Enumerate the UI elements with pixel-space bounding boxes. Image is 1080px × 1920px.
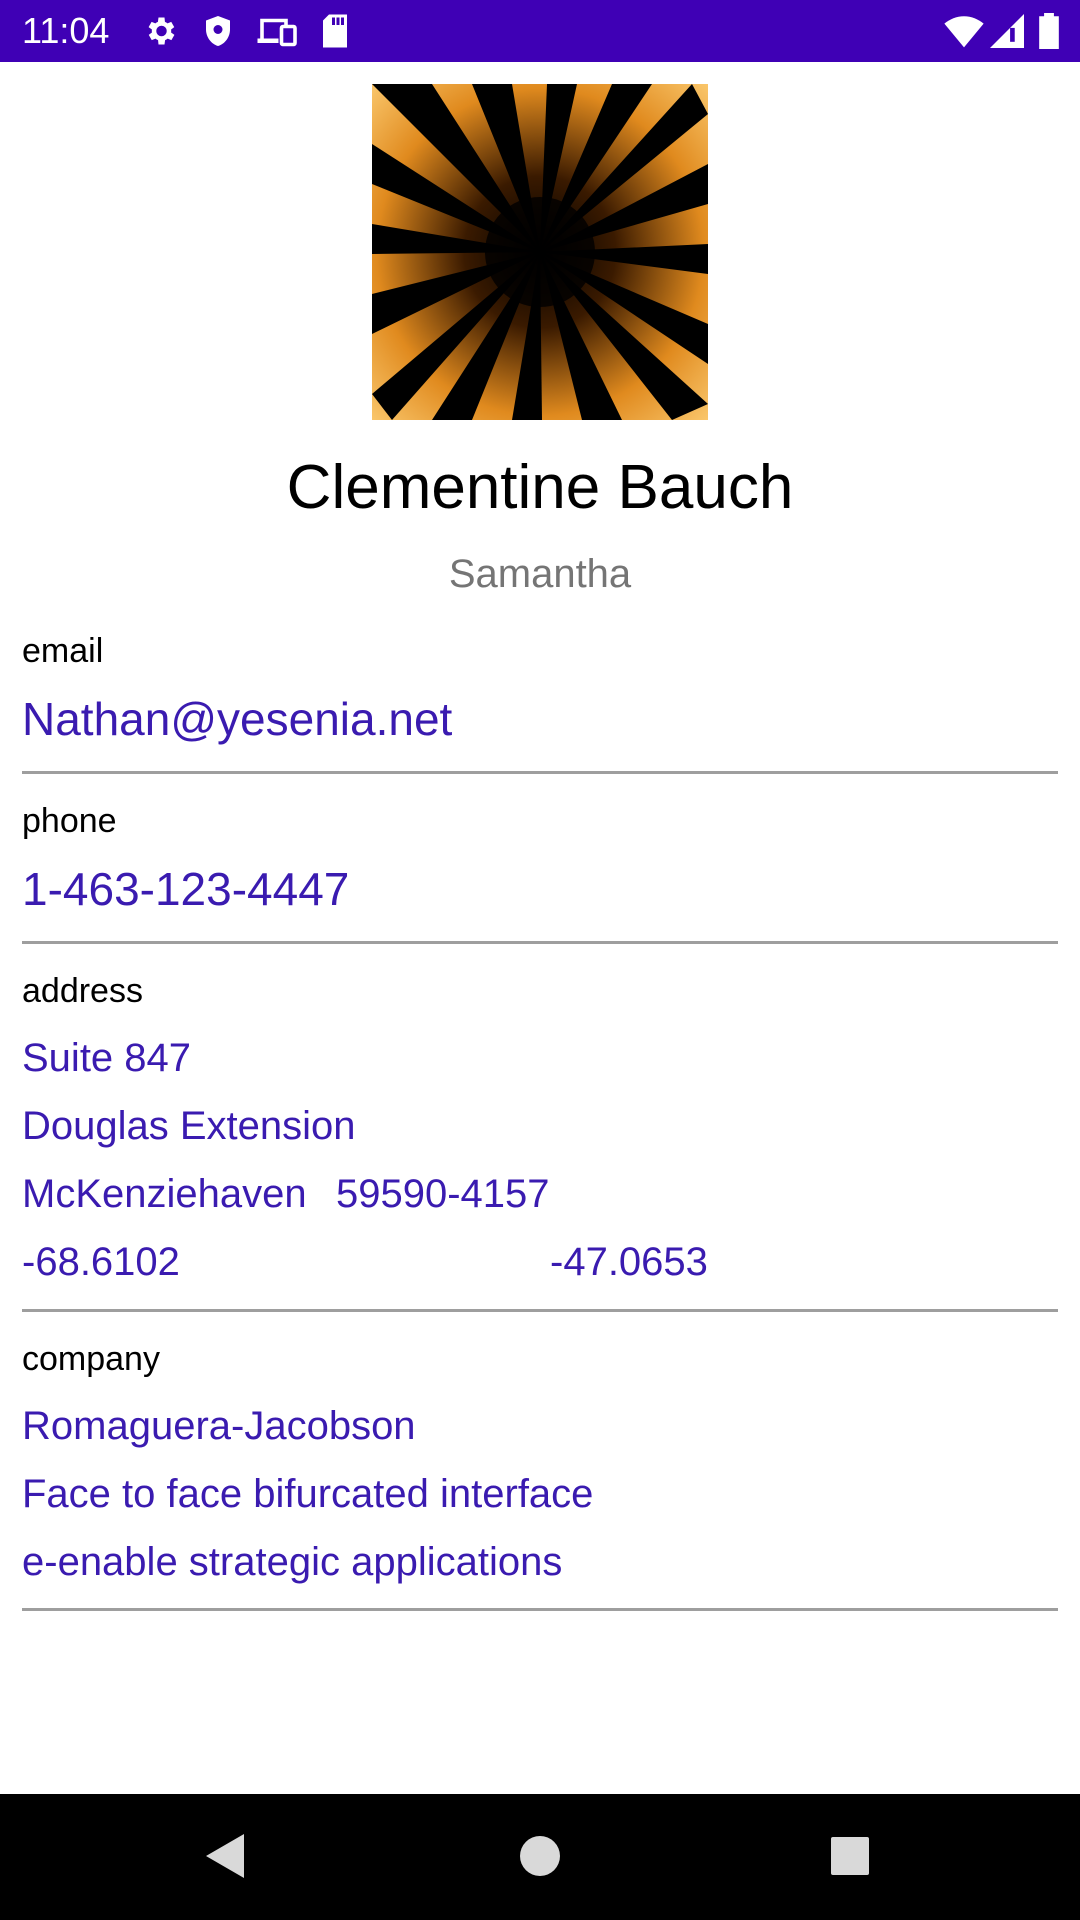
- address-lat[interactable]: -68.6102: [22, 1238, 180, 1286]
- contact-nickname: Samantha: [448, 552, 632, 596]
- company-bs[interactable]: e-enable strategic applications: [22, 1538, 562, 1586]
- navigation-bar: [0, 1794, 1080, 1920]
- home-icon[interactable]: [510, 1824, 570, 1893]
- company-label: company: [22, 1340, 160, 1378]
- address-suite[interactable]: Suite 847: [22, 1034, 191, 1082]
- divider: [22, 771, 1058, 774]
- avatar: [372, 84, 708, 420]
- address-lng[interactable]: -47.0653: [550, 1238, 708, 1286]
- phone-label: phone: [22, 802, 117, 840]
- email-value[interactable]: Nathan@yesenia.net: [22, 692, 452, 746]
- back-icon[interactable]: [196, 1824, 256, 1893]
- signal-icon: [990, 13, 1024, 54]
- devices-icon: [256, 13, 298, 54]
- recents-icon[interactable]: [820, 1824, 880, 1893]
- phone-value[interactable]: 1-463-123-4447: [22, 862, 349, 916]
- gear-icon: [142, 13, 178, 54]
- contact-name: Clementine Bauch: [286, 453, 794, 522]
- company-name[interactable]: Romaguera-Jacobson: [22, 1402, 416, 1450]
- shield-icon: [200, 13, 236, 54]
- email-label: email: [22, 632, 104, 670]
- sd-card-icon: [320, 13, 350, 54]
- address-label: address: [22, 972, 143, 1010]
- address-street[interactable]: Douglas Extension: [22, 1102, 356, 1150]
- divider: [22, 941, 1058, 944]
- company-catch-phrase[interactable]: Face to face bifurcated interface: [22, 1470, 593, 1518]
- divider: [22, 1608, 1058, 1611]
- status-bar: 11:04: [0, 0, 1080, 62]
- wifi-icon: [944, 13, 984, 54]
- divider: [22, 1309, 1058, 1312]
- address-city[interactable]: McKenziehaven: [22, 1170, 307, 1218]
- address-zipcode[interactable]: 59590-4157: [336, 1170, 550, 1218]
- status-time: 11:04: [22, 10, 110, 51]
- battery-icon: [1038, 13, 1060, 54]
